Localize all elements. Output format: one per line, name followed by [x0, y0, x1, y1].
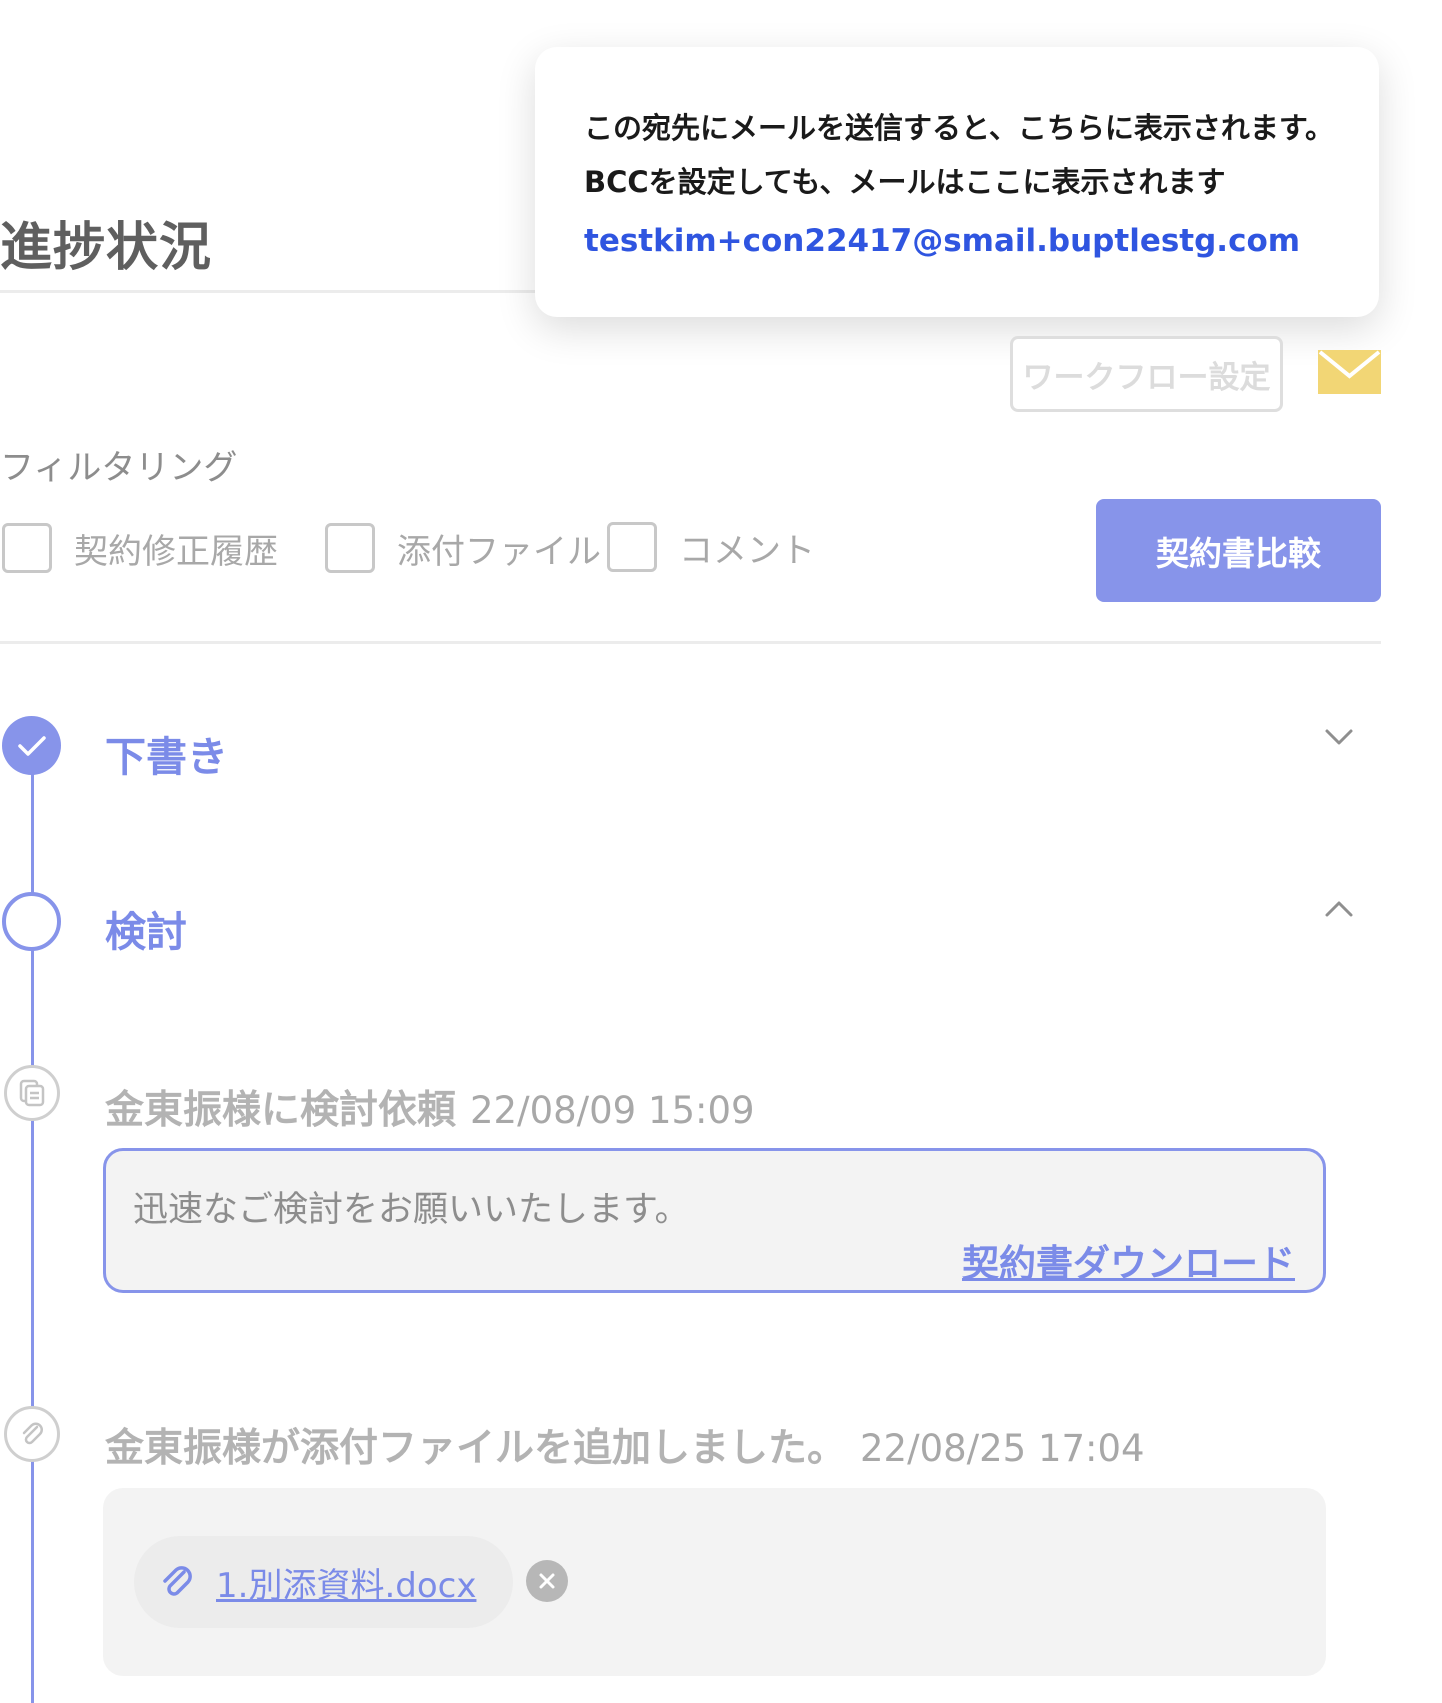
- tooltip-line-1: この宛先にメールを送信すると、こちらに表示されます。: [584, 111, 1334, 145]
- chevron-up-icon[interactable]: [1324, 899, 1354, 919]
- compare-contract-button[interactable]: 契約書比較: [1096, 499, 1381, 602]
- event-attachment-marker: [4, 1406, 60, 1462]
- attachment-file-name[interactable]: 1.別添資料.docx: [216, 1558, 476, 1607]
- filter-option-label: コメント: [679, 530, 815, 571]
- paperclip-icon: [163, 1566, 192, 1596]
- filter-option-label: 契約修正履歴: [74, 531, 278, 572]
- event-document-marker: [4, 1065, 60, 1121]
- check-icon: [17, 735, 46, 756]
- document-icon: [19, 1079, 45, 1107]
- tooltip-email[interactable]: testkim+con22417@smail.buptlestg.com: [584, 223, 1300, 259]
- event-title: 金東振様に検討依頼: [105, 1088, 457, 1133]
- step-current-marker: [2, 892, 61, 951]
- step-done-marker: [2, 716, 61, 775]
- step-title-review[interactable]: 検討: [105, 898, 187, 958]
- event-header: 金東振様が添付ファイルを追加しました。 22/08/25 17:04: [105, 1417, 1145, 1473]
- event-title: 金東振様が添付ファイルを追加しました。: [105, 1426, 847, 1471]
- filter-label: フィルタリング: [0, 448, 238, 488]
- title-divider: [0, 290, 560, 293]
- filter-divider: [0, 641, 1381, 644]
- filter-option-revision-history[interactable]: 契約修正履歴: [2, 523, 278, 573]
- remove-attachment-button[interactable]: [526, 1560, 568, 1602]
- page-title: 進捗状況: [0, 218, 213, 278]
- envelope-icon[interactable]: [1318, 350, 1381, 394]
- paperclip-icon: [22, 1422, 43, 1445]
- event-timestamp: 22/08/25 17:04: [860, 1427, 1145, 1470]
- chevron-down-icon[interactable]: [1324, 727, 1354, 747]
- tooltip-line-2: BCCを設定しても、メールはここに表示されます: [584, 165, 1226, 199]
- checkbox[interactable]: [2, 523, 52, 573]
- filter-option-comments[interactable]: コメント: [607, 522, 815, 572]
- workflow-settings-button[interactable]: ワークフロー設定: [1010, 336, 1283, 412]
- attachment-box: 1.別添資料.docx: [103, 1488, 1326, 1676]
- comment-text: 迅速なご検討をお願いいたします。: [133, 1190, 690, 1230]
- close-icon: [539, 1573, 555, 1589]
- timeline-line: [31, 745, 34, 1703]
- comment-box: 迅速なご検討をお願いいたします。 契約書ダウンロード: [103, 1148, 1326, 1293]
- step-title-draft[interactable]: 下書き: [105, 723, 228, 783]
- email-tooltip: この宛先にメールを送信すると、こちらに表示されます。 BCCを設定しても、メール…: [535, 47, 1379, 317]
- attachment-chip[interactable]: 1.別添資料.docx: [134, 1536, 513, 1628]
- download-contract-link[interactable]: 契約書ダウンロード: [962, 1233, 1295, 1287]
- filter-option-label: 添付ファイル: [397, 531, 601, 572]
- event-timestamp: 22/08/09 15:09: [470, 1089, 755, 1132]
- event-header: 金東振様に検討依頼 22/08/09 15:09: [105, 1079, 755, 1135]
- checkbox[interactable]: [325, 523, 375, 573]
- checkbox[interactable]: [607, 522, 657, 572]
- filter-option-attachments[interactable]: 添付ファイル: [325, 523, 601, 573]
